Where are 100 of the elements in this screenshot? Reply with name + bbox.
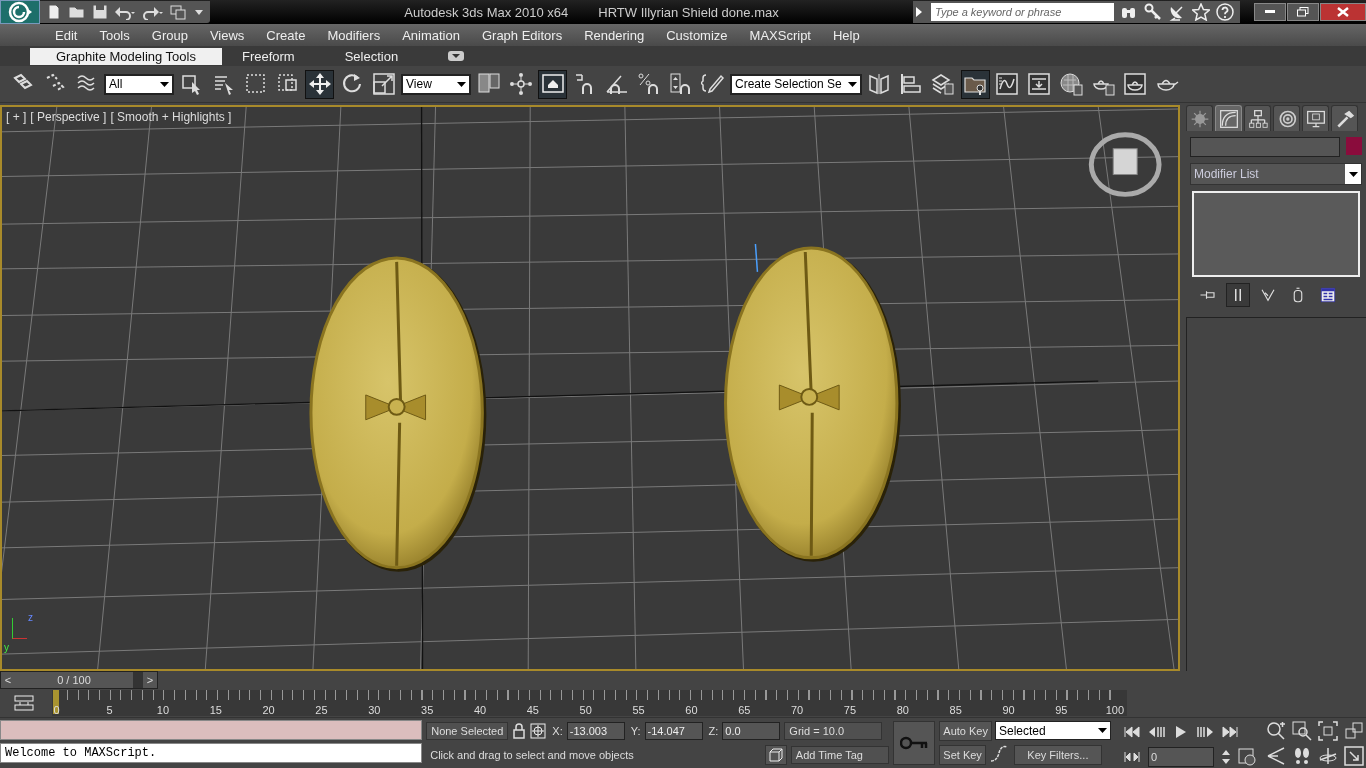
isolate-button[interactable] <box>764 744 787 765</box>
menu-item[interactable]: Views <box>198 27 256 43</box>
maxscript-input-field[interactable] <box>0 720 423 740</box>
help-icon[interactable] <box>1216 3 1234 21</box>
spiral-logo-icon <box>7 1 33 23</box>
viewcube-icon[interactable] <box>1088 132 1162 197</box>
shield-drawing[interactable] <box>309 256 487 572</box>
minimize-button[interactable] <box>1254 3 1286 21</box>
previous-frame-button[interactable]: < <box>1 672 15 688</box>
menu-item[interactable]: Animation <box>391 27 471 43</box>
search-field[interactable]: Type a keyword or phrase <box>931 3 1114 21</box>
lock-icon[interactable] <box>512 722 527 739</box>
key-icon[interactable] <box>1144 3 1162 21</box>
open-folder-icon[interactable] <box>68 4 86 20</box>
mirror-icon <box>867 72 892 96</box>
toolbar-button[interactable] <box>960 69 990 99</box>
menu-item[interactable]: Tools <box>88 27 141 43</box>
panel-tab[interactable] <box>1215 105 1242 131</box>
frame-number: 15 <box>209 704 222 716</box>
viewport-label[interactable]: [ + ] <box>6 110 27 124</box>
panel-tab[interactable] <box>1186 105 1213 131</box>
spinner-icon[interactable] <box>1221 748 1231 766</box>
menu-item[interactable]: Create <box>255 27 317 43</box>
ribbon-toggle-icon[interactable] <box>448 51 465 61</box>
cube-outline-icon <box>767 746 784 763</box>
menu-item[interactable]: Edit <box>44 27 89 43</box>
dropdown-value: Modifier List <box>1194 167 1259 181</box>
satellite-dish-icon[interactable] <box>1168 3 1186 21</box>
frame-number: 55 <box>632 704 645 716</box>
menu-item[interactable]: Group <box>140 27 199 43</box>
menu-item[interactable]: MAXScript <box>738 27 822 43</box>
key-mode-dropdown[interactable]: Selected <box>995 721 1111 740</box>
align-bars-icon <box>899 72 924 96</box>
viewport-label[interactable]: [ Smooth + Highlights ] <box>110 110 232 124</box>
set-key-mode-button[interactable]: Set Key <box>939 744 986 765</box>
orbit-icon[interactable] <box>1318 746 1338 766</box>
field-of-view-icon[interactable] <box>1266 746 1286 766</box>
transform-mode-icon[interactable] <box>530 722 547 739</box>
menu-item[interactable]: Help <box>822 27 871 43</box>
redo-icon[interactable] <box>142 4 164 20</box>
pan-footprints-icon[interactable] <box>1292 746 1312 766</box>
window-title: Autodesk 3ds Max 2010 x64 <box>404 4 569 20</box>
key-mode-toggle-icon[interactable] <box>1123 750 1141 764</box>
menu-item[interactable]: Graph Editors <box>470 27 574 43</box>
ribbon-tab[interactable]: Freeform <box>241 47 335 65</box>
current-frame-marker <box>53 690 59 714</box>
next-key-icon[interactable] <box>1196 725 1214 739</box>
maximize-viewport-icon[interactable] <box>1344 746 1364 766</box>
restore-button[interactable] <box>1287 3 1319 21</box>
menu-item[interactable]: Modifiers <box>316 27 392 43</box>
color-swatch[interactable] <box>1346 137 1362 155</box>
toolbar-button[interactable] <box>538 69 567 99</box>
zoom-all-icon[interactable] <box>1292 721 1312 741</box>
track-bar[interactable]: 0 5 10 15 20 25 30 35 40 45 50 55 60 65 70 75 80 85 90 95 100 <box>52 690 1127 716</box>
zoom-extents-icon[interactable] <box>1318 721 1338 741</box>
new-file-icon[interactable] <box>46 4 62 20</box>
coordinate-field[interactable]: -14.047 <box>644 721 703 740</box>
panel-tab[interactable] <box>1331 105 1358 131</box>
previous-key-icon[interactable] <box>1148 725 1166 739</box>
star-icon[interactable] <box>1192 3 1210 21</box>
project-folder-icon[interactable] <box>170 4 188 20</box>
close-button[interactable] <box>1320 3 1366 21</box>
object-name-field[interactable] <box>1190 137 1340 157</box>
frame-number: 10 <box>156 704 170 716</box>
menu-item[interactable]: Customize <box>655 27 739 43</box>
go-to-end-icon[interactable] <box>1221 725 1239 739</box>
menu-item[interactable]: Rendering <box>573 27 656 43</box>
current-frame-field[interactable]: 0 <box>1148 747 1214 767</box>
panel-tab[interactable] <box>1273 105 1300 131</box>
panel-tab[interactable] <box>1302 105 1329 131</box>
frame-number: 50 <box>579 704 592 716</box>
add-time-tag-button[interactable]: Add Time Tag <box>790 745 889 764</box>
key-filters-button[interactable]: Key Filters... <box>1013 744 1102 765</box>
zoom-icon[interactable] <box>1266 721 1286 741</box>
modifier-list-dropdown[interactable]: Modifier List <box>1190 163 1362 185</box>
set-key-button[interactable] <box>892 721 936 765</box>
frame-position-display[interactable]: 0 / 100 <box>15 672 133 688</box>
modifier-stack[interactable] <box>1192 191 1360 277</box>
coordinate-field[interactable]: 0.0 <box>722 721 781 740</box>
dropdown[interactable]: All <box>104 73 174 95</box>
ribbon-tab[interactable]: Graphite Modeling Tools <box>30 47 222 65</box>
viewport-label[interactable]: [ Perspective ] <box>30 110 107 124</box>
frame-number: 80 <box>896 704 909 716</box>
perspective-viewport[interactable]: [ + ] [ Perspective ] [ Smooth + Highlights ] z y <box>0 105 1180 671</box>
ribbon-tab[interactable]: Selection <box>344 47 439 65</box>
application-button[interactable] <box>0 0 40 24</box>
cubes-icon[interactable] <box>1344 721 1364 741</box>
maxscript-output[interactable]: Welcome to MAXScript. <box>0 743 423 763</box>
shield-drawing[interactable] <box>724 246 901 562</box>
coordinate-field[interactable]: -13.003 <box>566 721 625 740</box>
dropdown[interactable]: Create Selection Se <box>730 73 862 95</box>
curved-panel-icon <box>1218 108 1239 129</box>
go-to-start-icon[interactable] <box>1123 725 1141 739</box>
toolbar-button[interactable] <box>305 69 334 99</box>
auto-key-button[interactable]: Auto Key <box>939 720 992 741</box>
panel-tab[interactable] <box>1244 105 1271 131</box>
stack-button[interactable] <box>1226 283 1250 307</box>
time-configuration-icon[interactable] <box>1238 748 1256 766</box>
next-frame-button[interactable]: > <box>143 672 157 688</box>
dropdown[interactable]: View <box>401 73 471 95</box>
